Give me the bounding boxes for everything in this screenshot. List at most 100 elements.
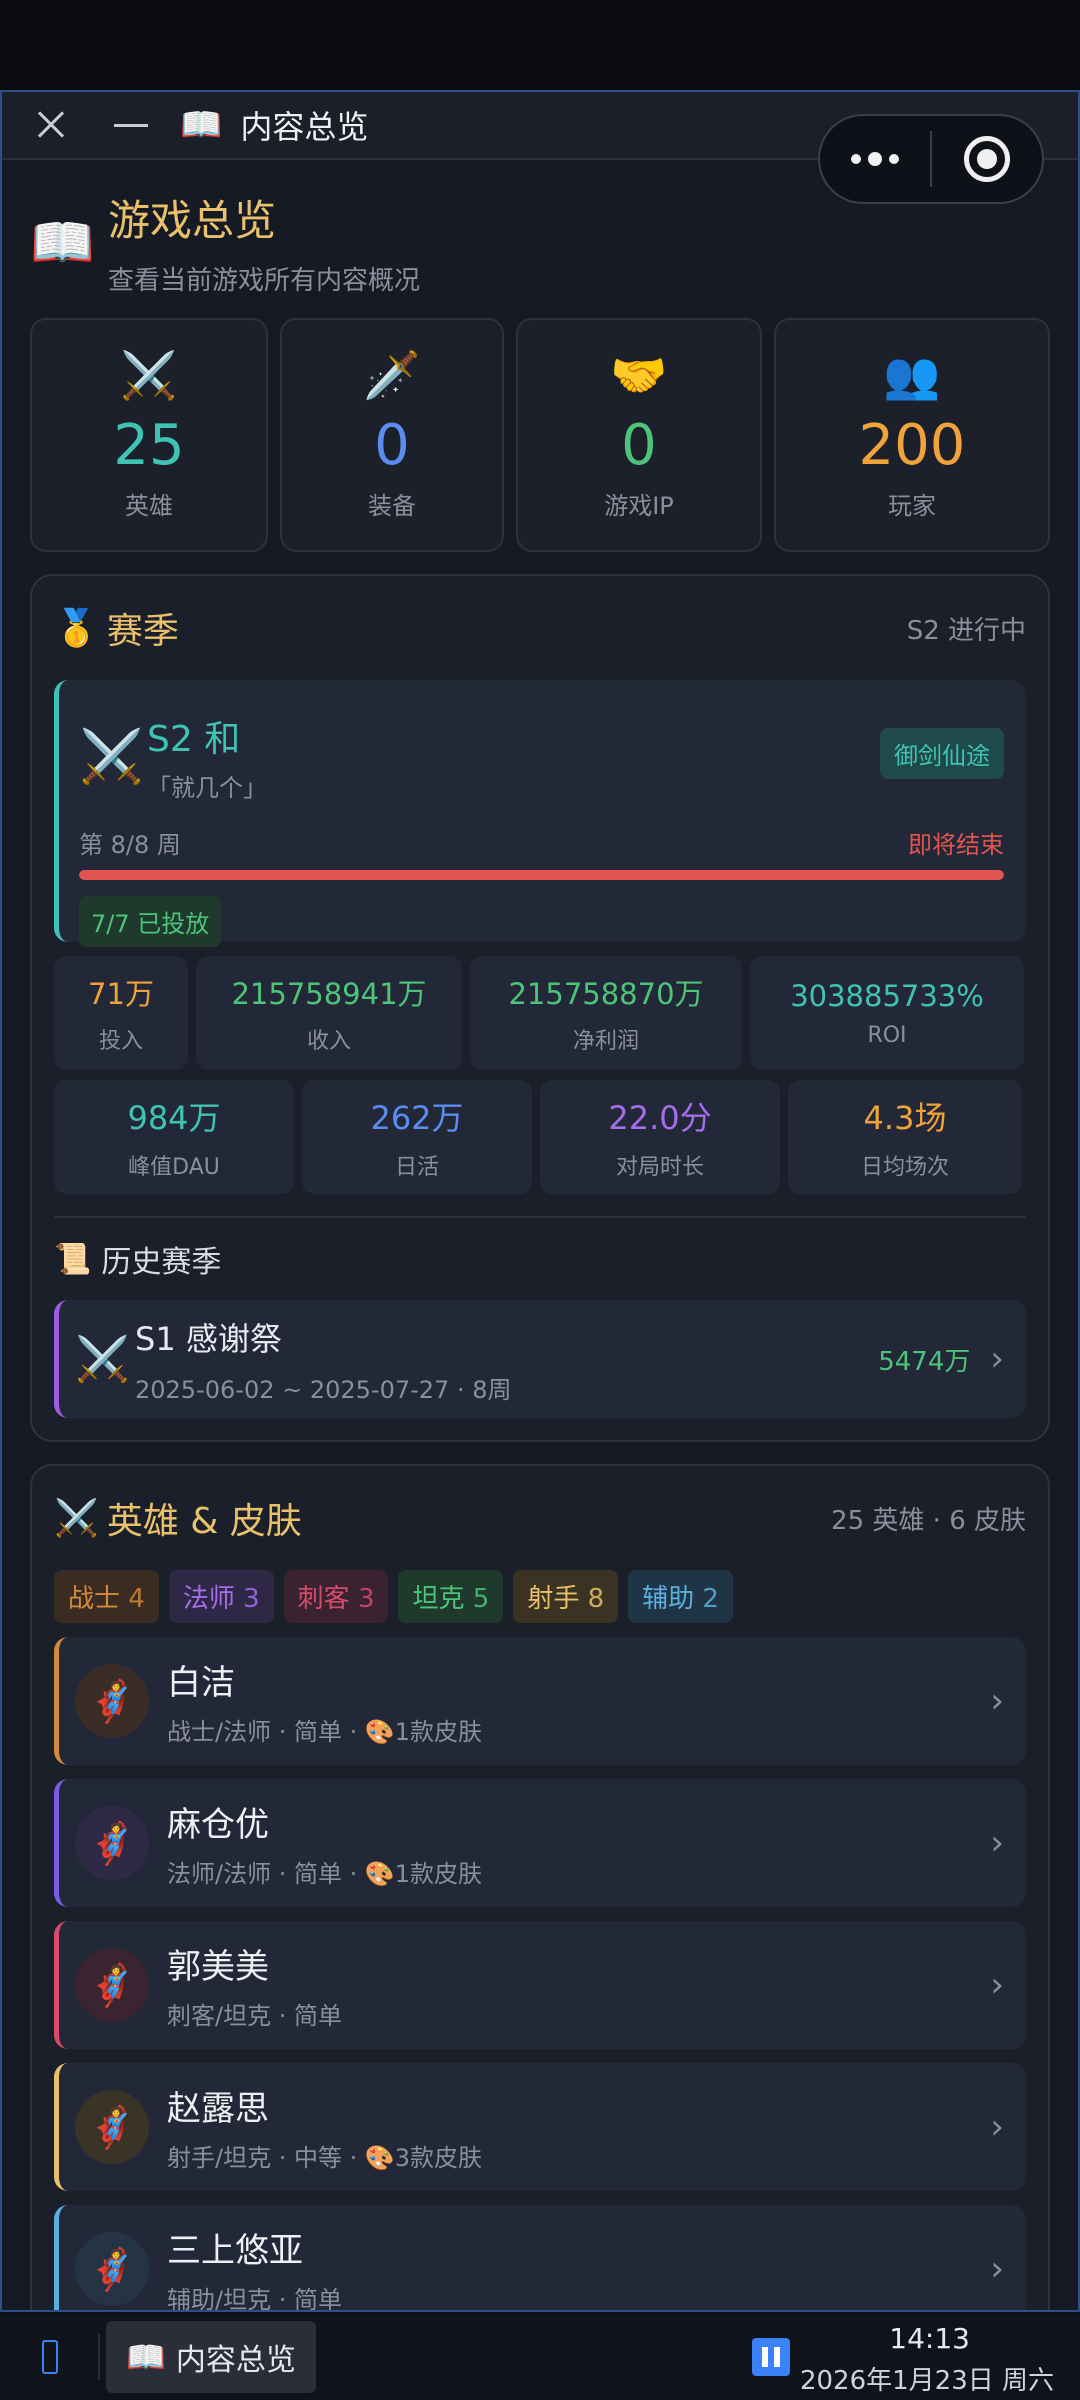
metric-value: 215758870万: [508, 977, 704, 1011]
metrics-row-finance: 71万 投入 215758941万 收入 215758870万 净利润 303885733%…: [54, 956, 1026, 1070]
stat-card[interactable]: 🤝 0 游戏IP: [516, 318, 762, 552]
current-season[interactable]: ⚔️ S2 和 「就几个」 御剑仙途 第 8/8 周 即将结束 7/7 已投放: [54, 680, 1026, 947]
palette-icon: 🎨: [364, 1718, 395, 1746]
role-filter-chip[interactable]: 辅助 2: [628, 1570, 733, 1623]
status-bar-area: [0, 0, 1080, 90]
heroes-summary: 25 英雄 · 6 皮肤: [831, 1505, 1026, 1536]
clock-date: 2026年1月23日 周六: [799, 2366, 1054, 2396]
app-window: 📖 内容总览 📖 游戏总览 查看当前游戏所有内容概况 ⚔️ 25 英雄 🗡️ 0 装备 🤝 0…: [0, 90, 1080, 2312]
hero-name: 三上悠亚: [167, 2231, 303, 2271]
page-title: 游戏总览: [108, 196, 277, 245]
role-filter-chip[interactable]: 刺客 3: [283, 1570, 389, 1623]
season-ending: 即将结束: [908, 831, 1004, 859]
history-title: 历史赛季: [101, 1245, 222, 1280]
history-season-dates: 2025-06-02 ~ 2025-07-27 · 8周: [135, 1375, 512, 1404]
role-filter-chip[interactable]: 法师 3: [168, 1570, 274, 1623]
stat-value: 25: [113, 413, 185, 478]
minimize-icon[interactable]: [114, 123, 148, 127]
chevron-right-icon: ›: [990, 1681, 1004, 1721]
hero-list-item[interactable]: 🦸 赵露思 射手/坦克 · 中等 · 🎨3款皮肤 ›: [54, 2063, 1026, 2191]
metric-card: 4.3场日均场次: [788, 1080, 1022, 1194]
metric-card: 71万投入: [54, 956, 188, 1070]
hero-list-item[interactable]: 🦸 麻仓优法师/法师 · 简单 · 🎨1款皮肤 ›: [54, 1779, 1026, 1907]
metric-label: 日均场次: [860, 1155, 949, 1180]
season-title: 赛季: [106, 611, 179, 652]
hero-meta: 射手/坦克 · 中等 · 🎨3款皮肤: [167, 2144, 483, 2172]
taskbar-app-button[interactable]: 📖 内容总览: [106, 2321, 316, 2393]
stat-card[interactable]: 🗡️ 0 装备: [280, 318, 504, 552]
chevron-right-icon: ›: [990, 2249, 1004, 2289]
start-icon[interactable]: [42, 2340, 58, 2374]
stats-row: ⚔️ 25 英雄 🗡️ 0 装备 🤝 0 游戏IP 👥 200 玩家: [30, 318, 1050, 552]
stat-value: 0: [621, 413, 657, 478]
content-area: 📖 游戏总览 查看当前游戏所有内容概况 ⚔️ 25 英雄 🗡️ 0 装备 🤝 0 游戏IP 👥 20…: [2, 160, 1078, 2310]
role-filter-chip[interactable]: 射手 8: [513, 1570, 619, 1623]
hero-name: 郭美美: [167, 1947, 269, 1987]
crossed-swords-icon: ⚔️: [75, 1334, 130, 1385]
metric-card: 303885733% ROI: [750, 956, 1024, 1070]
metric-value: 215758941万: [231, 977, 427, 1011]
metric-value: 71万: [88, 977, 154, 1011]
metric-label: 收入: [306, 1029, 351, 1054]
heroes-card: ⚔️ 英雄 & 皮肤 25 英雄 · 6 皮肤 战士 4 法师 3 刺客 3 坦克 5…: [30, 1464, 1050, 2310]
metric-label: 投入: [98, 1029, 143, 1054]
hero-name: 麻仓优: [167, 1805, 269, 1845]
page-subtitle: 查看当前游戏所有内容概况: [108, 266, 421, 296]
stat-card[interactable]: ⚔️ 25 英雄: [30, 318, 268, 552]
hero-avatar: 🦸: [75, 1806, 149, 1880]
clock-time: 14:13: [889, 2322, 970, 2355]
stat-value: 200: [858, 413, 966, 478]
chevron-right-icon: ›: [990, 1965, 1004, 2005]
hero-avatar: 🦸: [75, 1948, 149, 2022]
role-filter-chip[interactable]: 战士 4: [54, 1570, 159, 1623]
history-season-item[interactable]: ⚔️ S1 感谢祭 2025-06-02 ~ 2025-07-27 · 8周 5…: [54, 1300, 1026, 1418]
metric-label: ROI: [867, 1022, 907, 1048]
stat-card[interactable]: 👥 200 玩家: [774, 318, 1050, 552]
taskbar: 📖 内容总览 14:13 2026年1月23日 周六: [0, 2314, 1080, 2400]
close-icon[interactable]: [32, 105, 72, 145]
metric-label: 对局时长: [615, 1155, 704, 1180]
hero-list-item[interactable]: 🦸 白洁 战士/法师 · 简单 · 🎨1款皮肤 ›: [54, 1637, 1026, 1765]
users-icon: 👥: [883, 348, 941, 402]
palette-icon: 🎨: [364, 2144, 395, 2172]
season-week: 第 8/8 周: [79, 831, 181, 859]
season-tag: 御剑仙途: [880, 728, 1004, 779]
book-icon: 📖: [180, 105, 223, 145]
hero-list: 🦸 白洁战士/法师 · 简单 · 🎨1款皮肤 › 🦸 麻仓优法师/法师 · 简单 · 🎨…: [54, 1637, 1026, 2310]
hero-name: 白洁: [167, 1663, 235, 1703]
chevron-right-icon: ›: [990, 1339, 1004, 1379]
chevron-right-icon: ›: [990, 1823, 1004, 1863]
dagger-icon: 🗡️: [363, 348, 421, 402]
metric-label: 峰值DAU: [128, 1155, 220, 1180]
metric-value: 262万: [370, 1099, 464, 1137]
season-name: S2 和: [147, 719, 241, 760]
heroes-title: 英雄 & 皮肤: [106, 1501, 302, 1542]
stat-label: 玩家: [888, 492, 936, 520]
metric-card: 984万峰值DAU: [54, 1080, 294, 1194]
crossed-swords-icon: ⚔️: [54, 1498, 99, 1539]
history-season-revenue: 5474万: [878, 1346, 971, 1377]
role-filter-row: 战士 4 法师 3 刺客 3 坦克 5 射手 8 辅助 2: [54, 1570, 1026, 1623]
book-icon: 📖: [126, 2338, 166, 2376]
metric-value: 984万: [127, 1099, 221, 1137]
hero-meta: 法师/法师 · 简单 · 🎨1款皮肤: [167, 1860, 483, 1888]
handshake-icon: 🤝: [610, 348, 668, 402]
season-status: S2 进行中: [906, 615, 1026, 646]
stat-label: 装备: [368, 492, 416, 520]
hero-list-item[interactable]: 🦸 三上悠亚 辅助/坦克 · 简单 ›: [54, 2205, 1026, 2310]
metric-label: 净利润: [572, 1029, 639, 1054]
pause-icon[interactable]: [752, 2338, 790, 2376]
hero-avatar: 🦸: [75, 2090, 149, 2164]
metric-card: 215758870万净利润: [470, 956, 742, 1070]
metric-value: 4.3场: [863, 1099, 947, 1137]
stat-label: 英雄: [125, 492, 173, 520]
crossed-swords-icon: ⚔️: [120, 348, 178, 402]
metric-label: 日活: [394, 1155, 439, 1180]
hero-list-item[interactable]: 🦸 郭美美刺客/坦克 · 简单 ›: [54, 1921, 1026, 2049]
crossed-swords-icon: ⚔️: [79, 727, 144, 787]
hero-meta: 战士/法师 · 简单 · 🎨1款皮肤: [167, 1718, 483, 1746]
hero-meta: 刺客/坦克 · 简单: [167, 2002, 342, 2030]
role-filter-chip[interactable]: 坦克 5: [398, 1570, 504, 1623]
season-progress-bar: [79, 870, 1004, 880]
book-icon: 📖: [30, 212, 95, 273]
